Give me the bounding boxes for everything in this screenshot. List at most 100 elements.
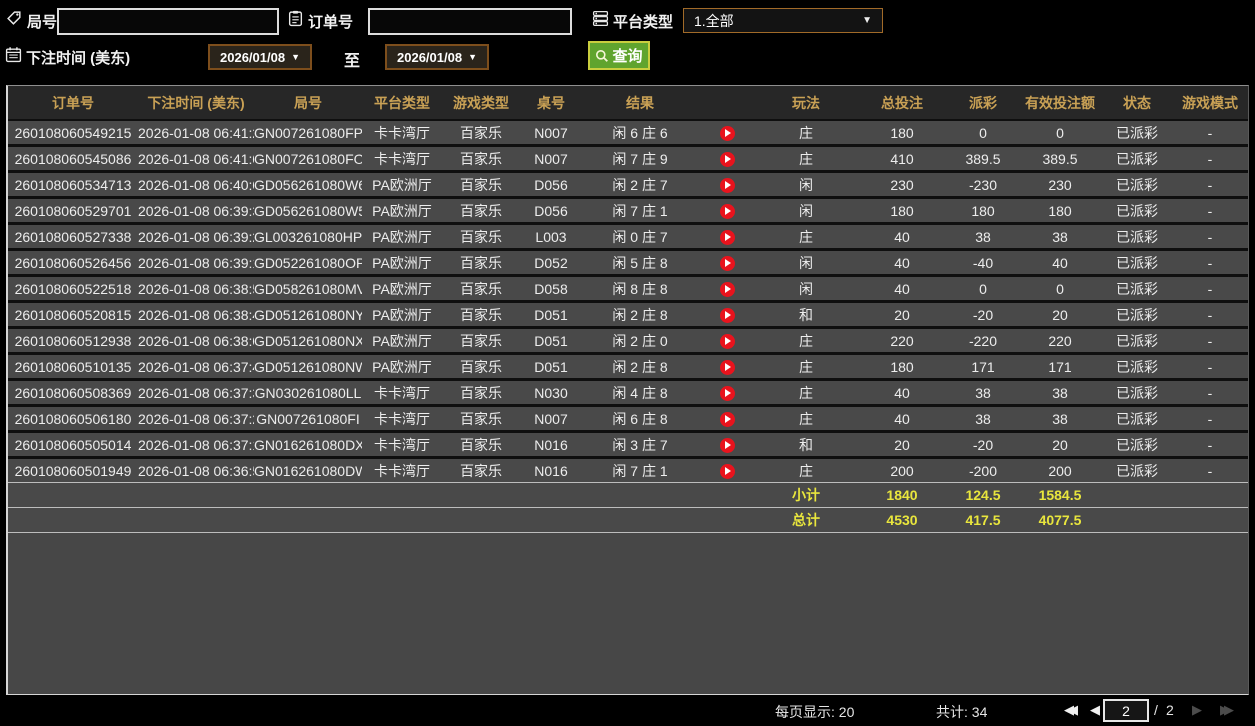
play-triangle [725, 233, 731, 241]
next-page-icon[interactable]: ▶ [1192, 703, 1202, 716]
grand-total-row-label: 总计 [756, 508, 856, 533]
cell-game-type: 百家乐 [442, 121, 520, 147]
cell-replay [698, 173, 756, 199]
platform-type-select[interactable]: 1.全部 ▼ [683, 8, 883, 33]
last-page-icon[interactable]: ▶▶ [1220, 703, 1234, 716]
cell-round-id: GD051261080NX [254, 329, 362, 355]
cell-payout: 0 [948, 277, 1018, 303]
cell-platform-type: PA欧洲厅 [362, 303, 442, 329]
cell-play-type: 闲 [756, 199, 856, 225]
table-row: 2601080605264562026-01-08 06:39:17GD0522… [8, 251, 1248, 277]
column-header-5: 桌号 [520, 86, 582, 121]
cell-table-number: N007 [520, 147, 582, 173]
subtotal-row-label: 小计 [756, 483, 856, 508]
table-row: 2601080605101352026-01-08 06:37:41GD0512… [8, 355, 1248, 381]
replay-play-icon[interactable] [720, 464, 735, 479]
cell-game-type: 百家乐 [442, 147, 520, 173]
table-row: 2601080605050142026-01-08 06:37:13GN0162… [8, 433, 1248, 459]
table-row: 2601080605208152026-01-08 06:38:47GD0512… [8, 303, 1248, 329]
replay-play-icon[interactable] [720, 256, 735, 271]
replay-play-icon[interactable] [720, 438, 735, 453]
cell-status: 已派彩 [1102, 303, 1172, 329]
cell-platform-type: 卡卡湾厅 [362, 147, 442, 173]
cell-table-number: D051 [520, 329, 582, 355]
replay-play-icon[interactable] [720, 126, 735, 141]
order-id-input[interactable] [368, 8, 572, 35]
cell-replay [698, 121, 756, 147]
cell-total-bet: 180 [856, 355, 948, 381]
date-from-picker[interactable]: 2026/01/08 ▼ [208, 44, 312, 70]
prev-page-icon[interactable]: ◀ [1090, 703, 1100, 716]
cell-game-type: 百家乐 [442, 459, 520, 483]
search-button[interactable]: 查询 [588, 41, 650, 70]
subtotal-row-mode-empty [1172, 483, 1248, 508]
cell-order-id: 260108060508369 [8, 381, 138, 407]
replay-play-icon[interactable] [720, 308, 735, 323]
cell-replay [698, 277, 756, 303]
search-button-label: 查询 [612, 45, 642, 66]
play-triangle [725, 181, 731, 189]
round-id-input[interactable] [57, 8, 279, 35]
replay-play-icon[interactable] [720, 230, 735, 245]
cell-replay [698, 355, 756, 381]
cell-round-id: GN007261080FP [254, 121, 362, 147]
table-row: 2601080605492152026-01-08 06:41:27GN0072… [8, 121, 1248, 147]
replay-play-icon[interactable] [720, 178, 735, 193]
cell-game-type: 百家乐 [442, 173, 520, 199]
replay-play-icon[interactable] [720, 282, 735, 297]
cell-status: 已派彩 [1102, 459, 1172, 483]
cell-platform-type: PA欧洲厅 [362, 329, 442, 355]
replay-play-icon[interactable] [720, 360, 735, 375]
cell-payout: -20 [948, 303, 1018, 329]
cell-bet-time: 2026-01-08 06:40:07 [138, 173, 254, 199]
cell-play-type: 庄 [756, 381, 856, 407]
table-row: 2601080605450862026-01-08 06:41:03GN0072… [8, 147, 1248, 173]
play-triangle [725, 207, 731, 215]
cell-bet-time: 2026-01-08 06:39:37 [138, 199, 254, 225]
cell-valid-bet: 220 [1018, 329, 1102, 355]
table-row: 2601080605129382026-01-08 06:38:02GD0512… [8, 329, 1248, 355]
column-header-12: 状态 [1102, 86, 1172, 121]
cell-table-number: D056 [520, 173, 582, 199]
grand-total-row-spacer [8, 508, 756, 533]
cell-round-id: GN016261080DX [254, 433, 362, 459]
replay-play-icon[interactable] [720, 204, 735, 219]
cell-payout: 180 [948, 199, 1018, 225]
cell-order-id: 260108060510135 [8, 355, 138, 381]
replay-play-icon[interactable] [720, 412, 735, 427]
table-row: 2601080605347132026-01-08 06:40:07GD0562… [8, 173, 1248, 199]
cell-replay [698, 329, 756, 355]
cell-replay [698, 199, 756, 225]
subtotal-row-status-empty [1102, 483, 1172, 508]
cell-table-number: D052 [520, 251, 582, 277]
column-header-13: 游戏模式 [1172, 86, 1248, 121]
column-header-2: 局号 [254, 86, 362, 121]
cell-order-id: 260108060522518 [8, 277, 138, 303]
cell-order-id: 260108060545086 [8, 147, 138, 173]
page-number-input[interactable] [1103, 699, 1149, 722]
cell-bet-time: 2026-01-08 06:37:13 [138, 433, 254, 459]
bet-time-label: 下注时间 (美东) [26, 47, 130, 68]
cell-table-number: N007 [520, 407, 582, 433]
cell-game-mode: - [1172, 121, 1248, 147]
cell-status: 已派彩 [1102, 225, 1172, 251]
first-page-icon[interactable]: ◀◀ [1064, 703, 1078, 716]
cell-platform-type: 卡卡湾厅 [362, 407, 442, 433]
table-header-row: 订单号下注时间 (美东)局号平台类型游戏类型桌号结果玩法总投注派彩有效投注额状态… [8, 86, 1248, 121]
cell-platform-type: PA欧洲厅 [362, 225, 442, 251]
replay-play-icon[interactable] [720, 152, 735, 167]
date-to-picker[interactable]: 2026/01/08 ▼ [385, 44, 489, 70]
column-header-7 [698, 86, 756, 121]
cell-table-number: N016 [520, 433, 582, 459]
cell-status: 已派彩 [1102, 173, 1172, 199]
grand-total-row-status-empty [1102, 508, 1172, 533]
records-table-container: 订单号下注时间 (美东)局号平台类型游戏类型桌号结果玩法总投注派彩有效投注额状态… [6, 85, 1249, 695]
replay-play-icon[interactable] [720, 386, 735, 401]
cell-game-type: 百家乐 [442, 277, 520, 303]
column-header-8: 玩法 [756, 86, 856, 121]
table-body: 2601080605492152026-01-08 06:41:27GN0072… [8, 121, 1248, 533]
replay-play-icon[interactable] [720, 334, 735, 349]
cell-play-type: 庄 [756, 329, 856, 355]
grand-total-row-payout: 417.5 [948, 508, 1018, 533]
subtotal-row: 小计1840124.51584.5 [8, 483, 1248, 508]
